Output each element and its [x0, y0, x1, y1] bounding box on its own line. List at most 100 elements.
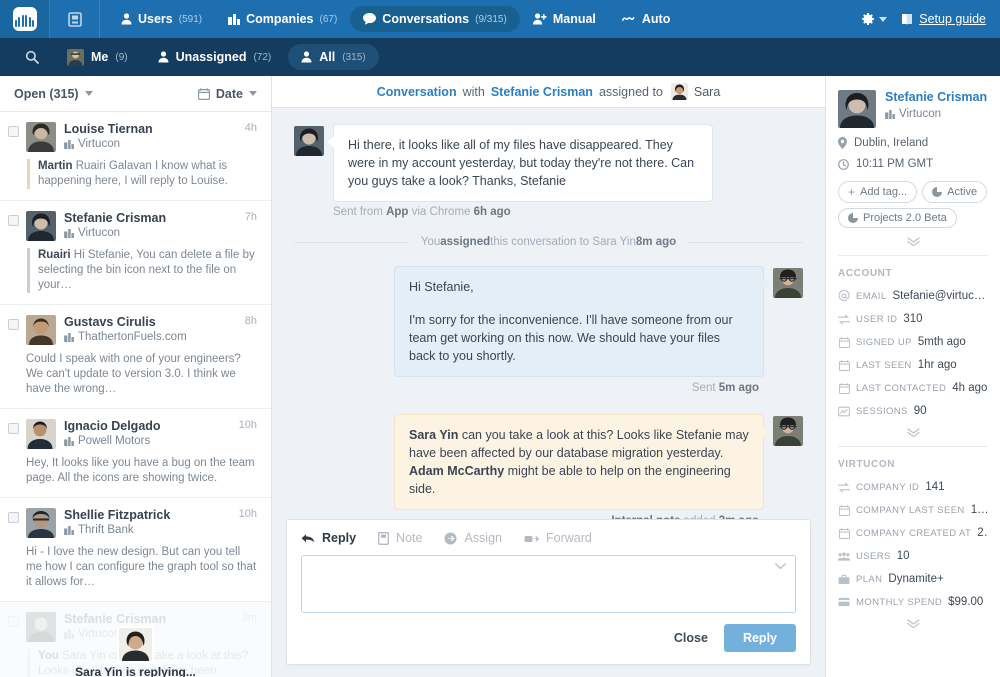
avatar	[773, 416, 803, 446]
row-checkbox[interactable]	[8, 423, 19, 434]
list-item[interactable]: Stefanie Crisman 7h Virtucon Ruairi Hi S…	[0, 201, 271, 305]
building-icon	[885, 109, 895, 119]
chevron-down-icon[interactable]	[775, 563, 786, 570]
send-reply-button[interactable]: Reply	[723, 624, 796, 652]
attribute-value: 1hr…	[970, 504, 988, 516]
row-checkbox[interactable]	[8, 512, 19, 523]
conversation-title[interactable]: Conversation	[377, 85, 457, 99]
status-filter-dropdown[interactable]: Open (315)	[14, 87, 93, 101]
subnav-item-all-count: (315)	[342, 51, 366, 63]
chevron-double-down-icon[interactable]	[838, 237, 988, 246]
attribute-key: EMAIL	[856, 290, 887, 302]
building-icon	[64, 139, 74, 149]
note-text-1: can you take a look at this? Looks like …	[409, 428, 749, 460]
attribute-email: EMAIL Stefanie@virtuco…	[838, 290, 988, 302]
composer-tab-note[interactable]: Note	[378, 531, 422, 545]
top-nav-items: Users (591) Companies (67) Conversations…	[100, 0, 861, 38]
composer-tab-assign[interactable]: Assign	[444, 531, 502, 545]
composer-tab-forward[interactable]: Forward	[524, 531, 592, 545]
reply-textarea[interactable]	[301, 555, 796, 613]
setup-guide-link[interactable]: Setup guide	[901, 12, 986, 26]
subnav-item-me[interactable]: Me (9)	[54, 43, 141, 72]
attribute-key: COMPANY ID	[856, 481, 920, 493]
snippet-text: Hi Stefanie, You can delete a file by se…	[38, 249, 255, 291]
meta-time: 5m ago	[718, 382, 759, 394]
search-icon[interactable]	[14, 50, 50, 64]
row-content: Stefanie Crisman 7h Virtucon Ruairi Hi S…	[26, 211, 257, 293]
message-bubble: Hi there, it looks like all of my files …	[327, 124, 713, 202]
user-local-time: 10:11 PM GMT	[856, 158, 934, 170]
nav-item-users[interactable]: Users (591)	[108, 6, 215, 32]
divider	[838, 255, 988, 256]
chat-bubble-icon	[363, 13, 377, 25]
nav-item-conversations[interactable]: Conversations (9/315)	[350, 6, 520, 32]
conversation-list-panel: Open (315) Date Louise Tiernan 4h Virtuc…	[0, 76, 272, 677]
contact-name: Stefanie Crisman	[64, 211, 167, 225]
company-name: ThathertonFuels.com	[78, 331, 187, 343]
top-navigation-bar: Users (591) Companies (67) Conversations…	[0, 0, 1000, 38]
company-row: Virtucon	[64, 628, 257, 640]
attribute-value: Stefanie@virtuco…	[892, 290, 988, 302]
tag-active[interactable]: Active	[922, 181, 988, 203]
attribute-key: PLAN	[856, 573, 883, 585]
close-button[interactable]: Close	[674, 631, 708, 645]
people-icon	[838, 551, 850, 561]
nav-item-companies[interactable]: Companies (67)	[215, 6, 350, 32]
contact-name: Shellie Fitzpatrick	[64, 508, 171, 522]
note-icon[interactable]	[50, 0, 100, 38]
user-location-row: Dublin, Ireland	[838, 137, 988, 149]
snippet: Hey, It looks like you have a bug on the…	[26, 456, 257, 486]
attribute-sessions: SESSIONS 90	[838, 405, 988, 417]
company-name: Powell Motors	[78, 435, 151, 447]
user-summary: Stefanie Crisman Virtucon	[838, 90, 988, 128]
add-tag-label: Add tag...	[860, 186, 908, 198]
sort-dropdown[interactable]: Date	[197, 87, 257, 101]
message-note: Sara Yin can you take a look at this? Lo…	[294, 414, 803, 510]
list-item[interactable]: Gustavs Cirulis 8h ThathertonFuels.com C…	[0, 305, 271, 409]
attribute-value: 10	[896, 550, 910, 562]
list-item[interactable]: Louise Tiernan 4h Virtucon Martin Ruairi…	[0, 112, 271, 201]
row-checkbox[interactable]	[8, 616, 19, 627]
nav-item-manual[interactable]: Manual	[520, 6, 609, 32]
attribute-value: 5mth ago	[917, 336, 966, 348]
attribute-company-created-at: COMPANY CREATED AT 2y …	[838, 527, 988, 539]
avatar	[26, 211, 56, 241]
chart-icon	[838, 406, 850, 417]
tag-projects-beta[interactable]: Projects 2.0 Beta	[838, 208, 957, 228]
row-top: Stefanie Crisman 3m Virtucon	[26, 612, 257, 642]
composer-tab-reply[interactable]: Reply	[301, 531, 356, 545]
composer-tab-forward-label: Forward	[545, 531, 592, 545]
bubble-tail	[763, 426, 770, 438]
building-icon	[64, 332, 74, 342]
list-item-replying[interactable]: Stefanie Crisman 3m Virtucon You Sara Yi…	[0, 602, 271, 677]
event-time: 8m ago	[635, 236, 677, 248]
location-pin-icon	[838, 137, 847, 149]
chevron-down-icon	[249, 91, 257, 96]
subnav-item-all[interactable]: All (315)	[288, 44, 379, 70]
row-checkbox[interactable]	[8, 126, 19, 137]
row-checkbox[interactable]	[8, 215, 19, 226]
conversation-customer-link[interactable]: Stefanie Crisman	[491, 85, 593, 99]
company-name: Thrift Bank	[78, 524, 134, 536]
add-tag-button[interactable]: + Add tag...	[838, 181, 918, 203]
timestamp: 10h	[238, 508, 257, 520]
chevron-double-down-icon[interactable]	[838, 619, 988, 628]
chevron-double-down-icon[interactable]	[838, 428, 988, 437]
user-name[interactable]: Stefanie Crisman	[885, 90, 987, 105]
nav-item-auto[interactable]: Auto	[609, 6, 683, 32]
chevron-down-icon	[879, 16, 888, 22]
event-prefix: You	[420, 236, 441, 248]
subnav-item-unassigned[interactable]: Unassigned (72)	[145, 44, 285, 70]
attribute-value: 4h ago	[952, 382, 988, 394]
list-item[interactable]: Shellie Fitzpatrick 10h Thrift Bank Hi -…	[0, 498, 271, 602]
forward-icon	[524, 533, 539, 544]
timestamp: 3m	[241, 612, 257, 624]
company-row: Virtucon	[64, 138, 257, 150]
attribute-key: USERS	[856, 550, 891, 562]
settings-menu[interactable]	[861, 12, 888, 26]
subnav-item-me-label: Me	[91, 50, 109, 64]
intercom-logo[interactable]	[0, 0, 50, 38]
row-checkbox[interactable]	[8, 319, 19, 330]
list-item[interactable]: Ignacio Delgado 10h Powell Motors Hey, I…	[0, 409, 271, 498]
id-icon	[838, 314, 850, 325]
